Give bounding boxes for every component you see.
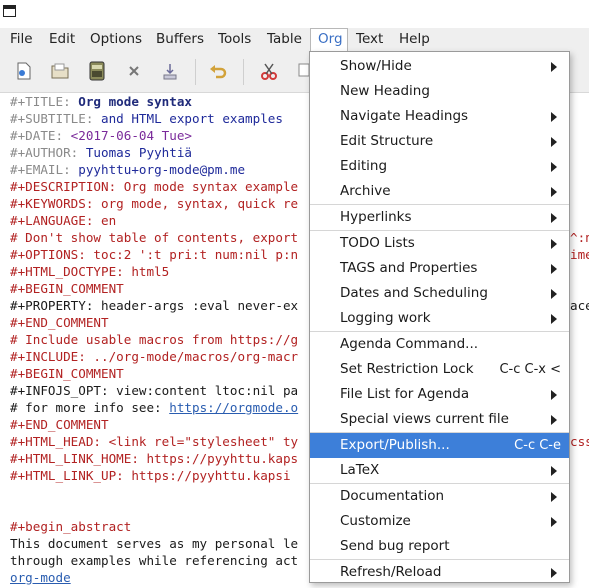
editor-line: This document serves as my personal le	[10, 536, 299, 551]
menu-item-file-list-agenda[interactable]: File List for Agenda	[310, 382, 569, 407]
editor-line: org-mode	[10, 569, 71, 586]
toolbar-separator	[243, 59, 244, 85]
menu-item-show-hide[interactable]: Show/Hide	[310, 54, 569, 79]
line-overflow-text: ^:n	[570, 230, 589, 245]
submenu-arrow-icon	[551, 137, 557, 147]
editor-line: #+AUTHOR: Tuomas Pyyhtiä	[10, 145, 192, 160]
menu-item-documentation[interactable]: Documentation	[310, 484, 569, 509]
menu-item-logging-work[interactable]: Logging work	[310, 306, 569, 331]
menu-item-edit-structure[interactable]: Edit Structure	[310, 129, 569, 154]
editor-line: #+INCLUDE: ../org-mode/macros/org-macr	[10, 349, 299, 364]
menu-item-set-restriction-lock[interactable]: Set Restriction Lock C-c C-x <	[310, 357, 569, 382]
line-overflow-text: css	[570, 434, 589, 449]
editor-line: #+INFOJS_OPT: view:content ltoc:nil pa	[10, 383, 299, 398]
submenu-arrow-icon	[551, 466, 557, 476]
submenu-arrow-icon	[551, 62, 557, 72]
close-icon[interactable]	[124, 61, 144, 81]
menu-item-customize[interactable]: Customize	[310, 509, 569, 534]
open-folder-icon[interactable]	[50, 61, 70, 81]
submenu-arrow-icon	[551, 415, 557, 425]
submenu-arrow-icon	[551, 568, 557, 578]
editor-line: #+HTML_DOCTYPE: html5	[10, 264, 170, 279]
menu-item-export-publish[interactable]: Export/Publish... C-c C-e	[310, 433, 569, 458]
menu-item-refresh-reload[interactable]: Refresh/Reload	[310, 560, 569, 585]
menu-org[interactable]: Org	[310, 28, 348, 51]
menu-item-agenda-command[interactable]: Agenda Command...	[310, 332, 569, 357]
shortcut-label: C-c C-x <	[499, 362, 561, 377]
menu-edit[interactable]: Edit	[49, 28, 75, 51]
menu-item-special-views[interactable]: Special views current file	[310, 407, 569, 432]
submenu-arrow-icon	[551, 314, 557, 324]
menu-item-latex[interactable]: LaTeX	[310, 458, 569, 483]
menu-tools[interactable]: Tools	[218, 28, 251, 51]
title-bar	[0, 0, 589, 26]
menu-item-editing[interactable]: Editing	[310, 154, 569, 179]
menu-item-new-heading[interactable]: New Heading	[310, 79, 569, 104]
menu-item-dates-scheduling[interactable]: Dates and Scheduling	[310, 281, 569, 306]
menu-help[interactable]: Help	[399, 28, 430, 51]
editor-line: # Don't show table of contents, export	[10, 230, 299, 245]
menu-item-navigate-headings[interactable]: Navigate Headings	[310, 104, 569, 129]
editor-line: #+SUBTITLE: and HTML export examples	[10, 111, 283, 126]
window-icon[interactable]	[3, 5, 16, 17]
editor-line: #+END_COMMENT	[10, 417, 109, 432]
editor-line: #+DESCRIPTION: Org mode syntax example	[10, 179, 299, 194]
editor-line: #+BEGIN_COMMENT	[10, 281, 124, 296]
menu-item-hyperlinks[interactable]: Hyperlinks	[310, 205, 569, 230]
submenu-arrow-icon	[551, 112, 557, 122]
editor-line: #+OPTIONS: toc:2 ':t pri:t num:nil p:n	[10, 247, 299, 262]
cut-icon[interactable]	[259, 61, 279, 81]
line-overflow-text: ime	[570, 247, 589, 262]
undo-icon[interactable]	[208, 61, 228, 81]
submenu-arrow-icon	[551, 162, 557, 172]
editor-line: #+PROPERTY: header-args :eval never-ex	[10, 298, 299, 313]
submenu-arrow-icon	[551, 289, 557, 299]
disk-icon[interactable]	[160, 61, 180, 81]
menu-table[interactable]: Table	[267, 28, 302, 51]
menu-item-tags-properties[interactable]: TAGS and Properties	[310, 256, 569, 281]
menu-item-send-bug-report[interactable]: Send bug report	[310, 534, 569, 559]
editor-line: #+HTML_LINK_HOME: https://pyyhttu.kaps	[10, 451, 299, 466]
menu-text[interactable]: Text	[356, 28, 383, 51]
menu-bar: File Edit Options Buffers Tools Table Or…	[0, 28, 589, 51]
submenu-arrow-icon	[551, 492, 557, 502]
editor-line: #+LANGUAGE: en	[10, 213, 117, 228]
editor-line: #+HTML_HEAD: <link rel="stylesheet" ty	[10, 434, 299, 449]
url-link[interactable]: https://orgmode.o	[169, 400, 298, 415]
submenu-arrow-icon	[551, 239, 557, 249]
editor-line: #+HTML_LINK_UP: https://pyyhttu.kapsi	[10, 468, 291, 483]
line-overflow-text: ace	[570, 298, 589, 313]
editor-line: # for more info see: https://orgmode.o	[10, 400, 299, 415]
save-icon[interactable]	[87, 61, 107, 81]
editor-line: #+begin_abstract	[10, 519, 132, 534]
editor-line: #+EMAIL: pyyhttu+org-mode@pm.me	[10, 162, 246, 177]
menu-buffers[interactable]: Buffers	[156, 28, 204, 51]
menu-file[interactable]: File	[10, 28, 33, 51]
submenu-arrow-icon	[551, 213, 557, 223]
editor-line: #+BEGIN_COMMENT	[10, 366, 124, 381]
menu-options[interactable]: Options	[90, 28, 142, 51]
submenu-arrow-icon	[551, 517, 557, 527]
org-mode-link[interactable]: org-mode	[10, 570, 71, 585]
submenu-arrow-icon	[551, 390, 557, 400]
org-dropdown-menu: Show/Hide New Heading Navigate Headings …	[309, 51, 570, 583]
submenu-arrow-icon	[551, 187, 557, 197]
editor-line: # Include usable macros from https://g	[10, 332, 299, 347]
editor-line: #+KEYWORDS: org mode, syntax, quick re	[10, 196, 299, 211]
new-file-icon[interactable]	[14, 61, 34, 81]
editor-line: #+END_COMMENT	[10, 315, 109, 330]
toolbar-separator	[195, 59, 196, 85]
shortcut-label: C-c C-e	[514, 438, 561, 453]
menu-item-archive[interactable]: Archive	[310, 179, 569, 204]
submenu-arrow-icon	[551, 264, 557, 274]
editor-line: #+TITLE: Org mode syntax	[10, 94, 192, 109]
editor-line: through examples while referencing act	[10, 553, 299, 568]
editor-line: #+DATE: <2017-06-04 Tue>	[10, 128, 192, 143]
menu-item-todo-lists[interactable]: TODO Lists	[310, 231, 569, 256]
